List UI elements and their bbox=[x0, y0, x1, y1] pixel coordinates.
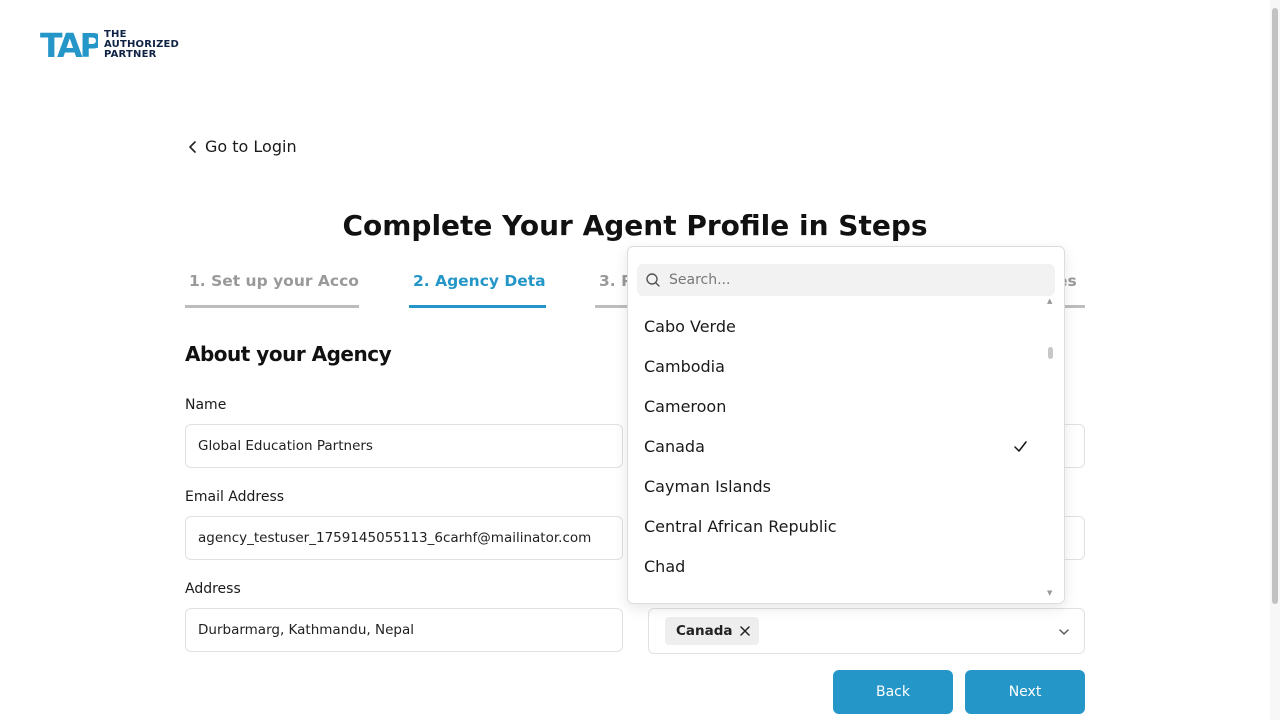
checkmark-icon bbox=[1014, 441, 1027, 452]
close-icon[interactable] bbox=[739, 625, 751, 637]
step-account[interactable]: 1. Set up your Account bbox=[185, 272, 359, 308]
dropdown-search[interactable] bbox=[637, 264, 1055, 296]
option-cabo-verde[interactable]: Cabo Verde bbox=[628, 306, 1048, 346]
country-multiselect[interactable]: Canada bbox=[648, 608, 1085, 654]
option-chad[interactable]: Chad bbox=[628, 546, 1048, 586]
country-chip: Canada bbox=[665, 617, 759, 645]
svg-text:TAP: TAP bbox=[40, 28, 98, 62]
search-icon bbox=[646, 273, 660, 287]
chevron-down-icon[interactable] bbox=[1058, 626, 1070, 638]
dropdown-options: Cabo Verde Cambodia Cameroon Canada Caym… bbox=[628, 306, 1048, 598]
option-cambodia[interactable]: Cambodia bbox=[628, 346, 1048, 386]
email-label: Email Address bbox=[185, 489, 285, 505]
option-label: Cabo Verde bbox=[644, 316, 736, 336]
address-input[interactable] bbox=[185, 608, 623, 652]
page-scrollbar[interactable] bbox=[1270, 0, 1280, 720]
country-chip-label: Canada bbox=[676, 623, 733, 639]
back-button[interactable]: Back bbox=[833, 670, 953, 714]
brand-logo[interactable]: TAP THE AUTHORIZED PARTNER bbox=[40, 28, 179, 62]
option-canada[interactable]: Canada bbox=[628, 426, 1048, 466]
option-label: Chad bbox=[644, 556, 686, 576]
next-button[interactable]: Next bbox=[965, 670, 1085, 714]
option-central-african-republic[interactable]: Central African Republic bbox=[628, 506, 1048, 546]
chevron-left-icon bbox=[189, 140, 196, 153]
option-label: Central African Republic bbox=[644, 516, 837, 536]
page-title: Complete Your Agent Profile in Steps bbox=[342, 209, 928, 242]
dropdown-scrollbar[interactable]: ▲ ▼ bbox=[1046, 297, 1056, 597]
scroll-up-icon[interactable]: ▲ bbox=[1047, 297, 1052, 305]
step-agency-details[interactable]: 2. Agency Details bbox=[409, 272, 546, 308]
scroll-down-icon[interactable]: ▼ bbox=[1047, 589, 1052, 597]
brand-line-3: PARTNER bbox=[104, 49, 157, 60]
section-title: About your Agency bbox=[185, 342, 392, 366]
page-scrollbar-thumb[interactable] bbox=[1272, 8, 1278, 604]
option-label: Cameroon bbox=[644, 396, 727, 416]
name-label: Name bbox=[185, 397, 227, 413]
country-dropdown: Cabo Verde Cambodia Cameroon Canada Caym… bbox=[627, 246, 1065, 604]
email-input[interactable] bbox=[185, 516, 623, 560]
option-label: Cayman Islands bbox=[644, 476, 771, 496]
option-cameroon[interactable]: Cameroon bbox=[628, 386, 1048, 426]
name-input[interactable] bbox=[185, 424, 623, 468]
scrollbar-thumb[interactable] bbox=[1048, 347, 1053, 359]
option-cayman-islands[interactable]: Cayman Islands bbox=[628, 466, 1048, 506]
brand-name: THE AUTHORIZED PARTNER bbox=[104, 30, 179, 60]
go-to-login-label: Go to Login bbox=[205, 137, 297, 156]
search-input[interactable] bbox=[669, 272, 1049, 288]
address-label: Address bbox=[185, 581, 241, 597]
option-label: Cambodia bbox=[644, 356, 725, 376]
tap-logo-icon: TAP bbox=[40, 28, 98, 62]
go-to-login-link[interactable]: Go to Login bbox=[186, 137, 297, 156]
option-label: Canada bbox=[644, 436, 705, 456]
